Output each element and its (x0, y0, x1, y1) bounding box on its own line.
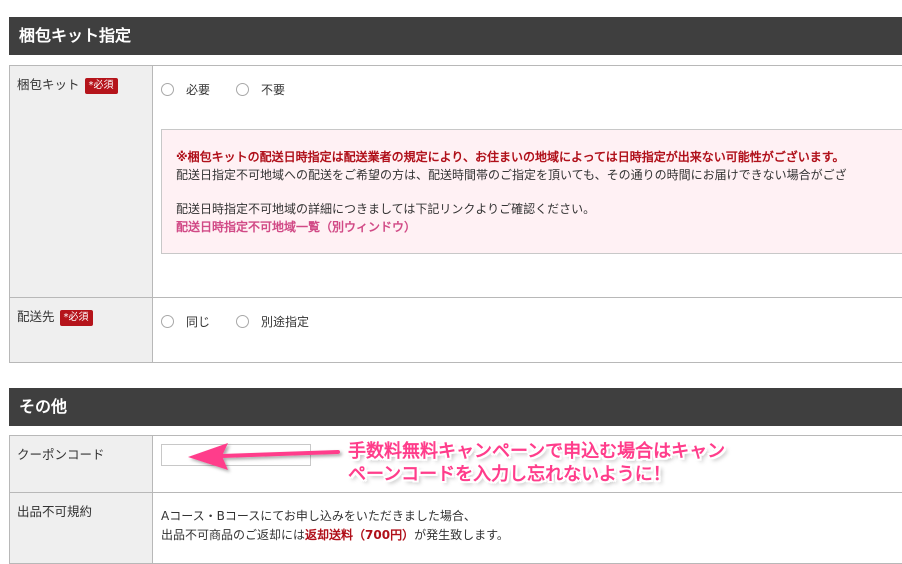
radio-option-needed[interactable]: 必要 (161, 81, 210, 98)
coupon-code-input[interactable] (161, 444, 311, 466)
packing-kit-radio-group: 必要 不要 (161, 81, 311, 98)
return-fee-highlight: 返却送料（700円） (305, 528, 415, 542)
terms-line: Aコース・Bコースにてお申し込みをいただきました場合、 (161, 509, 476, 523)
radio-button[interactable] (236, 315, 250, 328)
terms-text-part: が発生致します。 (414, 528, 509, 542)
required-badge: *必須 (84, 78, 118, 94)
radio-button[interactable] (236, 83, 250, 96)
notice-warning: ※梱包キットの配送日時指定は配送業者の規定により、お住まいの地域によっては日時指… (176, 150, 845, 164)
row-value-cell: Aコース・Bコースにてお申し込みをいただきました場合、 出品不可商品のご返却には… (153, 493, 902, 563)
row-terms: 出品不可規約 Aコース・Bコースにてお申し込みをいただきました場合、 出品不可商… (10, 493, 902, 564)
section-title: 梱包キット指定 (19, 26, 132, 45)
terms-line: 出品不可商品のご返却には返却送料（700円）が発生致します。 (161, 526, 509, 545)
section-header-other: その他 (9, 388, 902, 426)
delivery-area-link[interactable]: 配送日時指定不可地域一覧（別ウィンドウ） (176, 218, 902, 236)
radio-label: 別途指定 (261, 315, 310, 329)
destination-radio-group: 同じ 別途指定 (161, 313, 335, 330)
row-label-cell: 出品不可規約 (10, 493, 153, 563)
radio-button[interactable] (161, 315, 174, 328)
annotation-line: ペーンコードを入力し忘れないように！ (348, 464, 671, 485)
section-title: その他 (19, 397, 68, 416)
radio-label: 必要 (186, 83, 211, 97)
row-label: 梱包キット (17, 77, 80, 92)
terms-text: Aコース・Bコースにてお申し込みをいただきました場合、 出品不可商品のご返却には… (161, 507, 509, 545)
terms-text-part: 出品不可商品のご返却には (161, 528, 306, 542)
radio-option-not-needed[interactable]: 不要 (236, 81, 285, 98)
row-label: クーポンコード (17, 447, 105, 462)
row-value-cell: 同じ 別途指定 (153, 298, 902, 362)
row-destination: 配送先 *必須 同じ 別途指定 (10, 298, 902, 363)
section-header-packing-kit: 梱包キット指定 (9, 17, 902, 55)
row-label: 出品不可規約 (17, 504, 93, 519)
row-label-cell: クーポンコード (10, 436, 153, 492)
row-packing-kit: 梱包キット *必須 必要 不要 ※梱包キットの配送日時指定は配送業者の規定により、… (10, 66, 902, 298)
radio-button[interactable] (161, 83, 174, 96)
radio-option-separate[interactable]: 別途指定 (236, 313, 309, 330)
delivery-notice-box: ※梱包キットの配送日時指定は配送業者の規定により、お住まいの地域によっては日時指… (161, 129, 902, 254)
row-label: 配送先 (17, 309, 55, 324)
radio-label: 不要 (261, 83, 286, 97)
packing-kit-table: 梱包キット *必須 必要 不要 ※梱包キットの配送日時指定は配送業者の規定により、… (9, 65, 902, 363)
notice-text: 配送日時指定不可地域の詳細につきましては下記リンクよりご確認ください。 (176, 202, 596, 216)
row-label-cell: 配送先 *必須 (10, 298, 153, 362)
row-label-cell: 梱包キット *必須 (10, 66, 153, 297)
radio-label: 同じ (186, 315, 211, 329)
notice-text: 配送日指定不可地域への配送をご希望の方は、配送時間帯のご指定を頂いても、その通り… (176, 168, 847, 182)
coupon-annotation: 手数料無料キャンペーンで申込む場合はキャン ペーンコードを入力し忘れないように！ (348, 440, 768, 486)
annotation-line: 手数料無料キャンペーンで申込む場合はキャン (348, 441, 726, 462)
row-value-cell: 必要 不要 ※梱包キットの配送日時指定は配送業者の規定により、お住まいの地域によ… (153, 66, 902, 297)
required-badge: *必須 (59, 310, 93, 326)
radio-option-same[interactable]: 同じ (161, 313, 210, 330)
